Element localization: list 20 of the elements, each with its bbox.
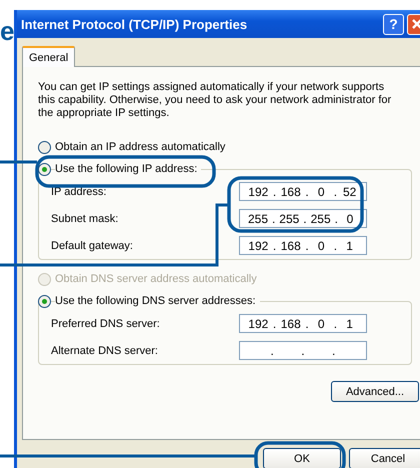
ip-address-field[interactable]: 192 . 168 . 0 . 1	[239, 236, 367, 255]
radio-label: Use the following DNS server addresses:	[55, 295, 260, 307]
field-label: Default gateway:	[51, 240, 133, 252]
field-label: Alternate DNS server:	[51, 344, 158, 356]
tab[interactable]: General	[22, 46, 76, 67]
heading-fragment: e	[0, 18, 14, 44]
ok-button[interactable]: OK	[263, 448, 341, 468]
advanced-button[interactable]: Advanced...	[331, 381, 419, 402]
cancel-button[interactable]: Cancel	[349, 448, 420, 468]
field-label: Subnet mask:	[51, 212, 118, 224]
field-label: Preferred DNS server:	[51, 318, 160, 330]
ip-address-field[interactable]: 192 . 168 . 0 . 1	[239, 314, 367, 333]
ip-address-field[interactable]: . . .	[239, 341, 367, 360]
field-label: IP address:	[51, 186, 106, 198]
window-title: Internet Protocol (TCP/IP) Properties	[21, 16, 248, 32]
radio-label: Use the following IP address:	[55, 163, 202, 175]
description-text: You can get IP settings assigned automatically if your network supports this capability. Otherwise, you need to ask your network administrator for the appropriate IP settings.	[38, 81, 392, 120]
ip-address-field[interactable]: 192 . 168 . 0 . 52	[239, 182, 367, 201]
help-button[interactable]: ?	[383, 14, 404, 34]
ip-address-field[interactable]: 255 . 255 . 255 . 0	[239, 209, 367, 228]
